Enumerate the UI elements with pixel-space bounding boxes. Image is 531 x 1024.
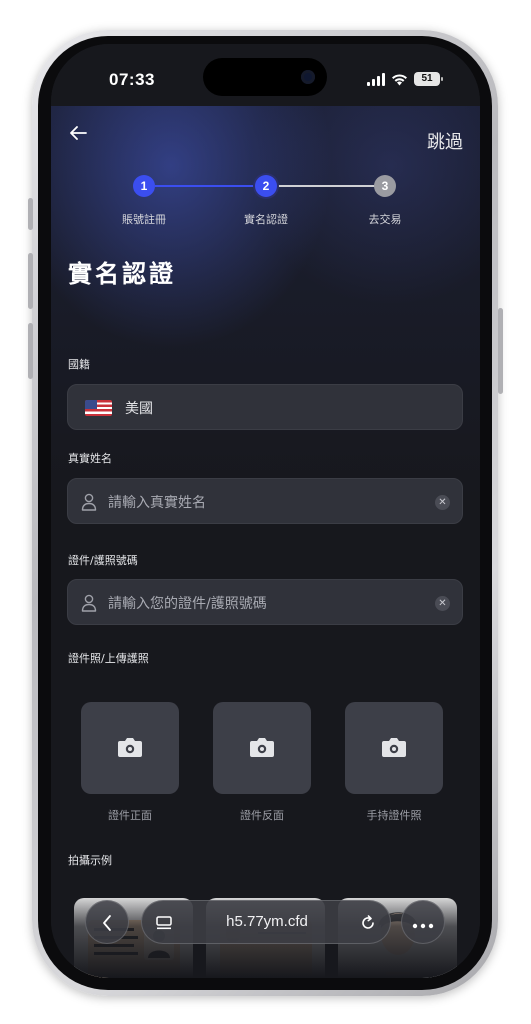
volume-up-button [28, 253, 33, 309]
clear-icon[interactable]: ✕ [435, 596, 450, 611]
dynamic-island [203, 58, 327, 96]
volume-down-button [28, 323, 33, 379]
more-options-button[interactable] [401, 900, 445, 944]
step-connector-1 [155, 185, 266, 187]
arrow-left-icon[interactable] [69, 124, 87, 146]
status-bar: 07:33 51 [51, 44, 480, 106]
clear-icon[interactable]: ✕ [435, 495, 450, 510]
examples-label: 拍攝示例 [68, 854, 112, 867]
battery-icon: 51 [414, 72, 443, 86]
user-icon [81, 493, 97, 511]
real-name-placeholder: 請輸入真實姓名 [108, 495, 206, 511]
step-2-indicator: 2 [255, 175, 277, 197]
progress-stepper: 1 2 3 賬號註冊 實名認證 去交易 [51, 172, 480, 232]
more-icon [412, 923, 434, 929]
wifi-icon [392, 73, 407, 85]
action-button [28, 198, 33, 230]
status-icons: 51 [367, 69, 443, 89]
verification-page: 跳過 1 2 3 賬號註冊 實名認證 去交易 實名認證 國籍 美國 真實姓名 請… [51, 106, 480, 978]
step-1-label: 賬號註冊 [122, 213, 166, 226]
step-3-label: 去交易 [368, 213, 402, 226]
step-1-indicator: 1 [133, 175, 155, 197]
upload-back-button[interactable] [213, 702, 311, 794]
id-photo-label: 證件照/上傳護照 [68, 652, 149, 665]
upload-handheld-label: 手持證件照 [366, 809, 422, 822]
us-flag-icon [85, 400, 112, 416]
nationality-label: 國籍 [68, 358, 90, 371]
camera-icon [118, 738, 142, 757]
address-bar[interactable]: h5.77ym.cfd [141, 900, 391, 944]
reload-icon[interactable] [360, 915, 376, 931]
skip-button[interactable]: 跳過 [427, 128, 463, 154]
upload-front-label: 證件正面 [108, 809, 152, 822]
upload-back-label: 證件反面 [240, 809, 284, 822]
page-title: 實名認證 [68, 260, 176, 288]
nationality-value: 美國 [125, 401, 153, 417]
id-number-field[interactable]: 請輸入您的證件/護照號碼 ✕ [67, 579, 463, 625]
power-button [498, 308, 503, 394]
camera-icon [250, 738, 274, 757]
chevron-left-icon [103, 915, 111, 931]
id-number-placeholder: 請輸入您的證件/護照號碼 [108, 596, 267, 612]
step-3-indicator: 3 [374, 175, 396, 197]
cellular-signal-icon [367, 72, 385, 86]
id-number-label: 證件/護照號碼 [68, 554, 138, 567]
step-2-label: 實名認證 [244, 213, 288, 226]
real-name-field[interactable]: 請輸入真實姓名 ✕ [67, 478, 463, 524]
status-time: 07:33 [109, 70, 155, 89]
browser-back-button[interactable] [85, 900, 129, 944]
nationality-select[interactable]: 美國 [67, 384, 463, 430]
camera-icon [382, 738, 406, 757]
front-camera [301, 70, 315, 84]
upload-front-button[interactable] [81, 702, 179, 794]
upload-handheld-button[interactable] [345, 702, 443, 794]
screen: 07:33 51 跳過 1 2 3 賬號註冊 實名認證 去交易 實名認證 國籍 … [51, 44, 480, 978]
real-name-label: 真實姓名 [68, 452, 112, 465]
step-connector-2 [277, 185, 389, 187]
browser-toolbar: h5.77ym.cfd [51, 892, 480, 978]
url-text: h5.77ym.cfd [226, 913, 308, 930]
user-icon [81, 594, 97, 612]
